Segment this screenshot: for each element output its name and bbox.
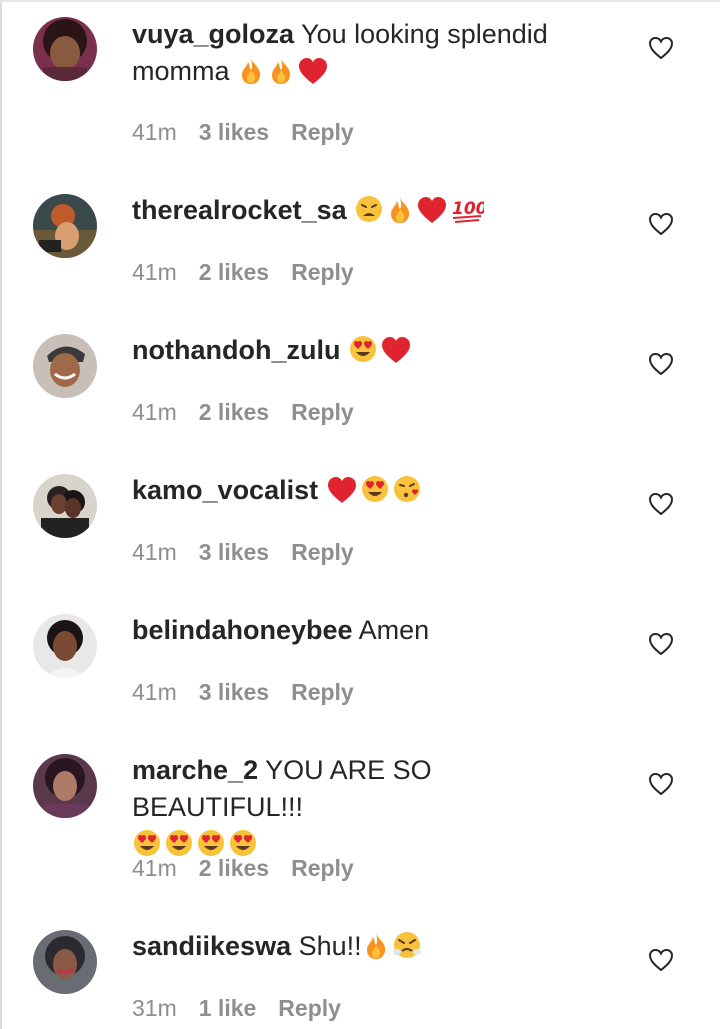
comment-username[interactable]: marche_2	[132, 755, 258, 785]
comment-username[interactable]: nothandoh_zulu	[132, 335, 340, 365]
comment-meta: 41m 3 likes Reply	[132, 537, 376, 567]
heart-eyes-emoji-icon	[348, 334, 378, 374]
top-edge-divider	[0, 0, 720, 2]
hundred-points-emoji-icon: 100	[450, 196, 488, 234]
comment-meta: 41m 3 likes Reply	[132, 677, 376, 707]
kissing-heart-emoji-icon	[392, 474, 422, 514]
reply-button[interactable]: Reply	[291, 399, 354, 425]
avatar[interactable]	[33, 194, 97, 258]
heart-eyes-emoji-icon	[360, 474, 390, 514]
comment-meta: 41m 2 likes Reply	[132, 397, 376, 427]
comment-meta: 41m 2 likes Reply	[132, 853, 376, 883]
comment-username[interactable]: kamo_vocalist	[132, 475, 318, 505]
heart-outline-icon[interactable]	[648, 632, 674, 656]
avatar[interactable]	[33, 17, 97, 81]
heart-outline-icon[interactable]	[648, 492, 674, 516]
reply-button[interactable]: Reply	[291, 259, 354, 285]
comment-likes-count[interactable]: 2 likes	[199, 855, 269, 881]
triumph-face-emoji-icon	[392, 930, 422, 970]
fire-emoji-icon	[386, 196, 414, 234]
heart-outline-icon[interactable]	[648, 948, 674, 972]
comment-time: 41m	[132, 119, 177, 145]
comment-time: 41m	[132, 399, 177, 425]
comment-time: 41m	[132, 259, 177, 285]
comment-likes-count[interactable]: 2 likes	[199, 259, 269, 285]
comment-likes-count[interactable]: 1 like	[199, 995, 257, 1021]
comment-username[interactable]: belindahoneybee	[132, 615, 353, 645]
comment-meta: 41m 3 likes Reply	[132, 117, 376, 147]
heart-outline-icon[interactable]	[648, 212, 674, 236]
avatar[interactable]	[33, 930, 97, 994]
red-heart-emoji-icon	[326, 476, 358, 514]
comment-likes-count[interactable]: 3 likes	[199, 679, 269, 705]
comment-text: Amen	[358, 615, 430, 645]
fire-emoji-icon	[362, 932, 390, 970]
fire-emoji-icon	[267, 57, 295, 95]
comment-time: 31m	[132, 995, 177, 1021]
comment-body: vuya_goloza You looking splendid momma	[132, 16, 602, 95]
heart-outline-icon[interactable]	[648, 772, 674, 796]
reply-button[interactable]: Reply	[278, 995, 341, 1021]
red-heart-emoji-icon	[416, 196, 448, 234]
comment-username[interactable]: therealrocket_sa	[132, 195, 347, 225]
fire-emoji-icon	[237, 57, 265, 95]
comment-body: marche_2 YOU ARE SO BEAUTIFUL!!!	[132, 752, 602, 868]
comment-likes-count[interactable]: 3 likes	[199, 119, 269, 145]
reply-button[interactable]: Reply	[291, 119, 354, 145]
comment-meta: 31m 1 like Reply	[132, 993, 363, 1023]
avatar[interactable]	[33, 754, 97, 818]
comment-body: therealrocket_sa 100	[132, 192, 602, 234]
avatar[interactable]	[33, 474, 97, 538]
comment-time: 41m	[132, 539, 177, 565]
heart-outline-icon[interactable]	[648, 36, 674, 60]
avatar[interactable]	[33, 334, 97, 398]
red-heart-emoji-icon	[297, 57, 329, 95]
left-edge-divider	[0, 0, 2, 1029]
avatar[interactable]	[33, 614, 97, 678]
heart-outline-icon[interactable]	[648, 352, 674, 376]
comment-time: 41m	[132, 679, 177, 705]
comment-body: belindahoneybee Amen	[132, 612, 602, 649]
red-heart-emoji-icon	[380, 336, 412, 374]
comment-username[interactable]: sandiikeswa	[132, 931, 291, 961]
comment-body: nothandoh_zulu	[132, 332, 602, 374]
comment-username[interactable]: vuya_goloza	[132, 19, 294, 49]
comment-body: sandiikeswa Shu!!	[132, 928, 602, 970]
reply-button[interactable]: Reply	[291, 679, 354, 705]
comment-likes-count[interactable]: 2 likes	[199, 399, 269, 425]
weary-face-emoji-icon	[354, 194, 384, 234]
comment-text: Shu!!	[298, 931, 362, 961]
comment-time: 41m	[132, 855, 177, 881]
reply-button[interactable]: Reply	[291, 539, 354, 565]
comment-likes-count[interactable]: 3 likes	[199, 539, 269, 565]
comment-meta: 41m 2 likes Reply	[132, 257, 376, 287]
reply-button[interactable]: Reply	[291, 855, 354, 881]
comment-body: kamo_vocalist	[132, 472, 602, 514]
